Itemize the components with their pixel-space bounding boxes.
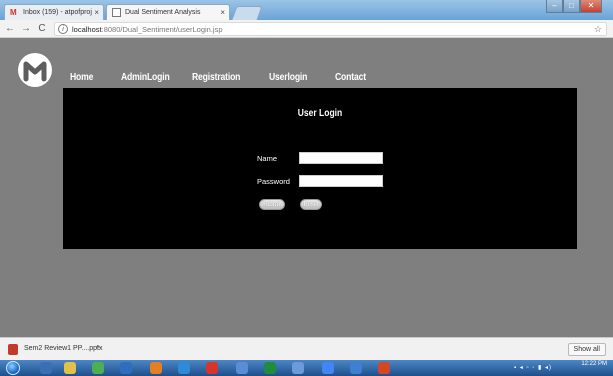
close-icon[interactable]: × — [94, 5, 99, 20]
browser-tab-strip: M Inbox (159) - atpofproj × Dual Sentime… — [0, 0, 613, 20]
app-icon[interactable] — [350, 362, 362, 374]
login-panel: User Login Name Password Submit Reset — [63, 88, 577, 249]
tab-inbox[interactable]: M Inbox (159) - atpofproj × — [4, 4, 104, 20]
nav-user-login[interactable]: Userlogin — [269, 71, 307, 83]
submit-button[interactable]: Submit — [259, 199, 285, 210]
new-tab-button[interactable] — [231, 6, 263, 20]
close-icon[interactable]: × — [220, 5, 225, 20]
address-bar[interactable]: i localhost:8080/Dual_Sentiment/userLogi… — [54, 22, 607, 36]
app-icon[interactable] — [264, 362, 276, 374]
maximize-button[interactable]: □ — [563, 0, 580, 13]
tab-title: Dual Sentiment Analysis — [125, 9, 201, 16]
page-content: Home AdminLogin Registration Userlogin C… — [0, 39, 613, 337]
tab-title: Inbox (159) - atpofproj — [23, 9, 92, 16]
app-icon[interactable] — [178, 362, 190, 374]
browser-toolbar: ← → C i localhost:8080/Dual_Sentiment/us… — [0, 20, 613, 38]
password-input[interactable] — [299, 175, 383, 187]
minimize-button[interactable]: – — [546, 0, 563, 13]
media-icon[interactable] — [92, 362, 104, 374]
name-input[interactable] — [299, 152, 383, 164]
nav-contact[interactable]: Contact — [335, 71, 366, 83]
nav-home[interactable]: Home — [70, 71, 93, 83]
opera-icon[interactable] — [206, 362, 218, 374]
bookmark-star-icon[interactable]: ☆ — [594, 23, 602, 36]
url-text[interactable]: localhost:8080/Dual_Sentiment/userLogin.… — [72, 23, 223, 36]
forward-arrow-icon[interactable]: → — [20, 22, 32, 35]
login-title: User Login — [297, 108, 343, 119]
download-shelf: Sem2 Review1 PP....pptx ^ Show all — [0, 337, 613, 360]
reset-button[interactable]: Reset — [300, 199, 322, 210]
chrome-icon[interactable] — [322, 362, 334, 374]
chevron-up-icon[interactable]: ^ — [96, 338, 100, 360]
firefox-icon[interactable] — [150, 362, 162, 374]
password-label: Password — [257, 177, 290, 186]
logo-m-icon — [23, 61, 47, 82]
download-item[interactable]: Sem2 Review1 PP....pptx — [24, 338, 102, 360]
app-icon[interactable] — [120, 362, 132, 374]
name-label: Name — [257, 154, 278, 163]
windows-taskbar: ▪ ◂ ▫ ◦ ▮ ◂) 12:22 PM — [0, 360, 613, 376]
system-tray[interactable]: ▪ ◂ ▫ ◦ ▮ ◂) — [514, 364, 552, 371]
info-icon[interactable]: i — [58, 24, 68, 34]
app-icon[interactable] — [292, 362, 304, 374]
reload-icon[interactable]: C — [36, 22, 48, 35]
powerpoint-icon[interactable] — [378, 362, 390, 374]
folder-icon[interactable] — [64, 362, 76, 374]
nav-admin-login[interactable]: AdminLogin — [121, 71, 170, 83]
close-window-button[interactable]: ✕ — [580, 0, 602, 13]
page-icon — [112, 8, 121, 17]
show-all-button[interactable]: Show all — [567, 343, 606, 356]
back-arrow-icon[interactable]: ← — [4, 22, 16, 35]
pptx-file-icon — [8, 344, 18, 355]
start-button[interactable] — [6, 361, 20, 375]
site-logo — [18, 53, 52, 87]
tab-dual-sentiment[interactable]: Dual Sentiment Analysis × — [106, 4, 230, 20]
nav-registration[interactable]: Registration — [192, 71, 240, 83]
clock[interactable]: 12:22 PM — [581, 361, 607, 368]
app-icon[interactable] — [236, 362, 248, 374]
gmail-icon: M — [10, 8, 17, 17]
explorer-icon[interactable] — [40, 362, 52, 374]
